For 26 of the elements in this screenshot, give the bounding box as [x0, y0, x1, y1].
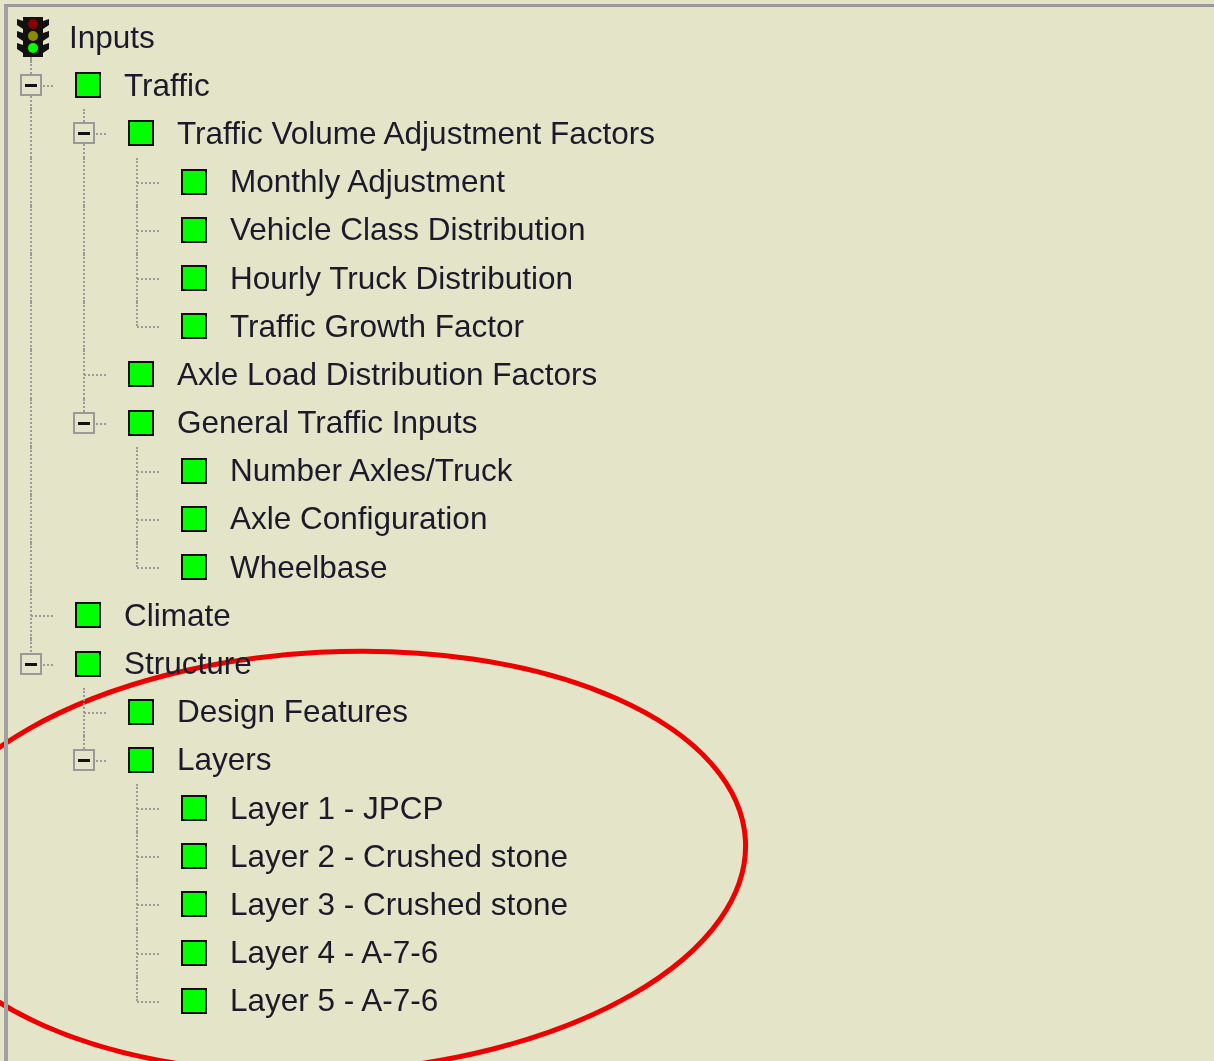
tree-item[interactable]: Axle Load Distribution Factors — [177, 355, 598, 393]
tree-item[interactable]: Wheelbase — [230, 548, 388, 586]
traffic-light-icon — [15, 15, 51, 59]
tree-item[interactable]: Hourly Truck Distribution — [230, 259, 574, 297]
tree-item[interactable]: Traffic — [124, 66, 210, 104]
collapse-toggle[interactable] — [20, 652, 42, 675]
collapse-toggle[interactable] — [73, 122, 95, 145]
tree-item[interactable]: Traffic Growth Factor — [230, 307, 525, 345]
tree-item[interactable]: General Traffic Inputs — [177, 404, 478, 442]
tree-item[interactable]: Layer 1 - JPCP — [230, 789, 444, 827]
tree-item[interactable]: Number Axles/Truck — [230, 452, 513, 490]
tree-item[interactable]: Layer 3 - Crushed stone — [230, 885, 568, 923]
collapse-toggle[interactable] — [73, 748, 95, 771]
collapse-toggle[interactable] — [73, 411, 95, 434]
collapse-toggle[interactable] — [20, 74, 42, 97]
tree-item[interactable]: Design Features — [177, 693, 409, 731]
tree-item[interactable]: Layer 4 - A-7-6 — [230, 934, 439, 972]
tree-item[interactable]: Axle Configuration — [230, 500, 488, 538]
tree-item[interactable]: Traffic Volume Adjustment Factors — [177, 114, 655, 152]
tree-item[interactable]: Monthly Adjustment — [230, 163, 505, 201]
tree-item[interactable]: Vehicle Class Distribution — [230, 211, 586, 249]
tree-item[interactable]: Inputs — [69, 18, 155, 56]
tree-item[interactable]: Layers — [177, 741, 272, 779]
tree-item[interactable]: Layer 5 - A-7-6 — [230, 982, 439, 1020]
tree-item[interactable]: Climate — [124, 596, 231, 634]
tree-item[interactable]: Layer 2 - Crushed stone — [230, 837, 568, 875]
